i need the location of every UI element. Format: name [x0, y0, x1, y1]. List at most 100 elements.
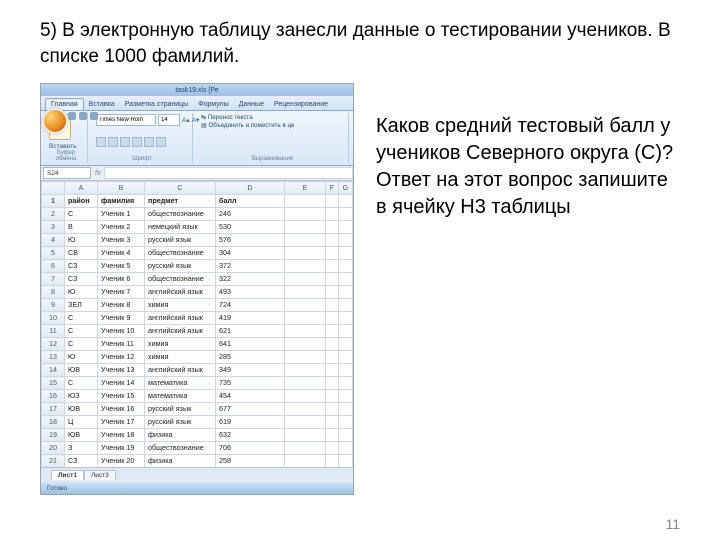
- cell: [285, 286, 326, 299]
- cell: Ученик 1: [98, 208, 145, 221]
- cell: [326, 338, 339, 351]
- cell: Ученик 16: [98, 403, 145, 416]
- font-group-label: Шрифт: [96, 156, 188, 162]
- header-cell: [285, 195, 326, 208]
- cell: [285, 247, 326, 260]
- row-number: 21: [42, 455, 65, 468]
- cell: СЗ: [65, 455, 98, 468]
- cell: [285, 234, 326, 247]
- formula-bar: [104, 167, 353, 179]
- cell: английский язык: [145, 364, 216, 377]
- cell: химия: [145, 351, 216, 364]
- row-number: 9: [42, 299, 65, 312]
- cell: 724: [216, 299, 285, 312]
- cell: [338, 247, 352, 260]
- cell: [326, 403, 339, 416]
- cell: [338, 299, 352, 312]
- cell: С: [65, 312, 98, 325]
- cell: [338, 221, 352, 234]
- quick-access-toolbar: [68, 112, 98, 120]
- cell: [338, 390, 352, 403]
- cell: Ученик 20: [98, 455, 145, 468]
- cell: [338, 325, 352, 338]
- cell: [326, 208, 339, 221]
- status-bar: Готово: [41, 482, 353, 494]
- cell: математика: [145, 377, 216, 390]
- cell: 530: [216, 221, 285, 234]
- cell: 621: [216, 325, 285, 338]
- cell: английский язык: [145, 312, 216, 325]
- bold-icon: [96, 137, 106, 147]
- border-icon: [132, 137, 142, 147]
- cell: ЮЗ: [65, 390, 98, 403]
- fill-icon: [144, 137, 154, 147]
- cell: 641: [216, 338, 285, 351]
- row-number: 19: [42, 429, 65, 442]
- cell: Ученик 6: [98, 273, 145, 286]
- cell: Ученик 11: [98, 338, 145, 351]
- alignment-group-label: Выравнивание: [201, 156, 344, 162]
- cell: [326, 325, 339, 338]
- cell: Ю: [65, 286, 98, 299]
- cell: [338, 286, 352, 299]
- cell: [285, 351, 326, 364]
- column-header: B: [98, 182, 145, 195]
- cell: Ученик 3: [98, 234, 145, 247]
- cell: 632: [216, 429, 285, 442]
- header-cell: балл: [216, 195, 285, 208]
- column-header: [42, 182, 65, 195]
- cell: [338, 273, 352, 286]
- cell: [338, 234, 352, 247]
- row-number: 7: [42, 273, 65, 286]
- cell: [326, 299, 339, 312]
- question-text: 5) В электронную таблицу занесли данные …: [40, 18, 680, 69]
- side-question: Каков средний тестовый балл у учеников С…: [376, 83, 680, 495]
- ribbon-tab: Рецензирование: [269, 99, 333, 110]
- row-number: 11: [42, 325, 65, 338]
- cell: Ученик 4: [98, 247, 145, 260]
- row-number: 12: [42, 338, 65, 351]
- row-number: 15: [42, 377, 65, 390]
- cell: ЮВ: [65, 403, 98, 416]
- cell: Ю: [65, 351, 98, 364]
- cell: Ученик 18: [98, 429, 145, 442]
- cell: [285, 442, 326, 455]
- color-icon: [156, 137, 166, 147]
- cell: [326, 364, 339, 377]
- cell: Ученик 12: [98, 351, 145, 364]
- cell: 246: [216, 208, 285, 221]
- wrap-text-label: Перенос текста: [208, 114, 253, 121]
- cell: Ученик 9: [98, 312, 145, 325]
- row-number: 14: [42, 364, 65, 377]
- cell: В: [65, 221, 98, 234]
- cell: [338, 403, 352, 416]
- cell: [338, 416, 352, 429]
- spreadsheet-grid: ABCDEFG 1районфамилияпредметбалл2СУченик…: [41, 181, 353, 467]
- sheet-tab: Лист3: [84, 470, 116, 480]
- row-number: 2: [42, 208, 65, 221]
- cell: математика: [145, 390, 216, 403]
- cell: 576: [216, 234, 285, 247]
- cell: [285, 312, 326, 325]
- cell: [326, 260, 339, 273]
- cell: С: [65, 338, 98, 351]
- cell: [326, 377, 339, 390]
- cell: [285, 455, 326, 468]
- cell: 258: [216, 455, 285, 468]
- cell: 677: [216, 403, 285, 416]
- row-number: 8: [42, 286, 65, 299]
- cell: З: [65, 442, 98, 455]
- cell: [338, 442, 352, 455]
- cell: [338, 377, 352, 390]
- cell: 419: [216, 312, 285, 325]
- paste-label: Вставить: [49, 143, 83, 150]
- cell: ЮВ: [65, 429, 98, 442]
- cell: химия: [145, 338, 216, 351]
- row-number: 20: [42, 442, 65, 455]
- window-title: task19.xls [Ре: [41, 84, 353, 96]
- office-button-icon: [42, 108, 68, 134]
- ribbon-tab: Формулы: [193, 99, 233, 110]
- font-name-box: [96, 114, 156, 126]
- cell: [285, 364, 326, 377]
- cell: [326, 351, 339, 364]
